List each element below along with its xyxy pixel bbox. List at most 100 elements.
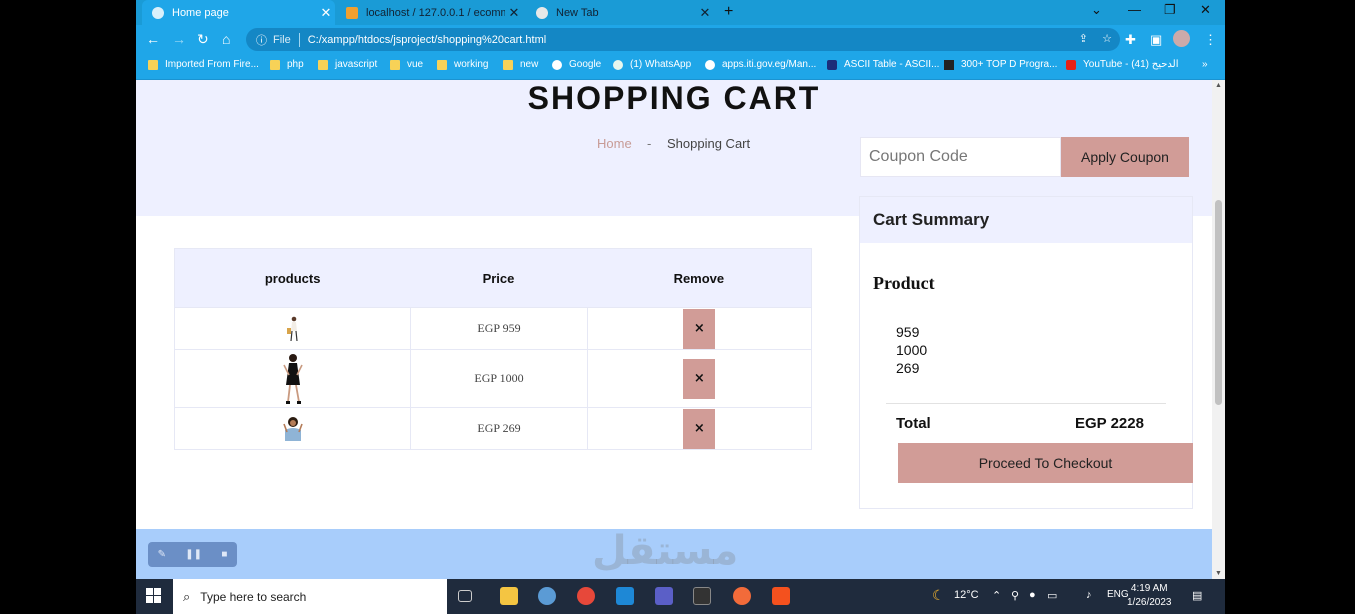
side-panel-icon[interactable]: ▣ xyxy=(1150,32,1162,48)
column-header-remove: Remove xyxy=(673,270,725,286)
product-cell xyxy=(175,308,410,349)
product-image xyxy=(286,316,298,341)
battery-icon[interactable]: ▭ xyxy=(1047,589,1057,602)
task-view-icon[interactable] xyxy=(458,590,472,602)
bookmark-new[interactable]: new xyxy=(503,59,538,70)
bookmark-300-top[interactable]: 300+ TOP D Progra... xyxy=(944,59,1057,70)
bookmark-iti[interactable]: apps.iti.gov.eg/Man... xyxy=(705,59,816,70)
back-icon[interactable]: ← xyxy=(146,31,160,47)
file-explorer-icon[interactable] xyxy=(500,587,518,605)
weather-icon[interactable]: ☾ xyxy=(932,587,945,604)
apply-coupon-button[interactable]: Apply Coupon xyxy=(1061,137,1189,177)
microphone-icon[interactable]: ● xyxy=(1029,589,1036,601)
bookmark-label: Google xyxy=(569,59,602,70)
language-indicator[interactable]: ENG xyxy=(1107,589,1129,600)
bookmark-label: php xyxy=(287,59,304,70)
tab-search-icon[interactable]: ⌄ xyxy=(1091,2,1102,18)
breadcrumb-home-link[interactable]: Home xyxy=(597,136,632,151)
whatsapp-icon xyxy=(613,59,623,70)
stop-icon[interactable]: ■ xyxy=(221,549,227,560)
tab-title: Home page xyxy=(172,6,229,19)
remove-item-button[interactable]: × xyxy=(683,308,716,349)
tab-phpmyadmin[interactable]: localhost / 127.0.0.1 / ecommerce ✕ xyxy=(336,0,523,25)
close-tab-icon[interactable]: ✕ xyxy=(317,5,335,21)
product-cell xyxy=(175,408,410,449)
scroll-up-icon[interactable]: ▲ xyxy=(1212,82,1225,89)
bookmark-label: javascript xyxy=(335,59,378,70)
coupon-code-input[interactable] xyxy=(860,137,1061,177)
forward-icon[interactable]: → xyxy=(172,31,186,47)
taskbar-clock[interactable]: 4:19 AM 1/26/2023 xyxy=(1127,582,1172,610)
taskbar-search[interactable]: ⌕ Type here to search xyxy=(173,579,447,614)
summary-price-item: 269 xyxy=(896,360,920,376)
reload-icon[interactable]: ↻ xyxy=(197,31,209,48)
clock-time: 4:19 AM xyxy=(1130,583,1168,594)
search-placeholder: Type here to search xyxy=(200,589,307,604)
minimize-button[interactable]: — xyxy=(1128,2,1141,17)
address-bar[interactable]: ⓘ File C:/xampp/htdocs/jsproject/shoppin… xyxy=(246,28,1120,51)
close-tab-icon[interactable]: ✕ xyxy=(505,5,523,21)
profile-avatar[interactable] xyxy=(1173,30,1190,47)
network-icon[interactable]: ⚲ xyxy=(1011,589,1019,602)
bookmark-label: (1) WhatsApp xyxy=(630,59,692,70)
menu-icon[interactable]: ⋮ xyxy=(1204,32,1217,48)
site-info-icon[interactable]: ⓘ xyxy=(256,32,267,48)
tray-chevron-icon[interactable]: ⌃ xyxy=(992,589,1001,602)
page-scrollbar[interactable]: ▲ ▼ xyxy=(1212,80,1225,579)
windows-start-icon[interactable] xyxy=(146,588,161,603)
bookmark-php[interactable]: php xyxy=(270,59,304,70)
sublime-icon[interactable] xyxy=(772,587,790,605)
volume-icon[interactable]: ♪ xyxy=(1086,589,1092,601)
bookmark-label: apps.iti.gov.eg/Man... xyxy=(722,59,817,70)
home-icon[interactable]: ⌂ xyxy=(222,31,230,47)
extensions-icon[interactable]: ✚ xyxy=(1125,32,1136,48)
remove-item-button[interactable]: × xyxy=(683,408,716,449)
bookmark-javascript[interactable]: javascript xyxy=(318,59,377,70)
chrome-icon[interactable] xyxy=(577,587,595,605)
bookmark-star-icon[interactable]: ☆ xyxy=(1102,32,1112,45)
bookmark-vue[interactable]: vue xyxy=(390,59,423,70)
table-row: EGP 1000 × xyxy=(175,349,811,407)
vscode-icon[interactable] xyxy=(616,587,634,605)
remove-cell: × xyxy=(586,408,811,449)
coupon-form: Apply Coupon xyxy=(860,137,1189,177)
bookmark-youtube[interactable]: YouTube - الدحيح (41) xyxy=(1066,59,1179,70)
weather-temp[interactable]: 12°C xyxy=(954,589,979,601)
table-header: products Price Remove xyxy=(175,249,811,307)
tab-home-page[interactable]: Home page ✕ xyxy=(142,0,335,25)
price-cell: EGP 1000 xyxy=(410,350,586,407)
remove-cell: × xyxy=(586,350,811,407)
pause-icon[interactable]: ❚❚ xyxy=(185,549,202,560)
cart-summary-card: Cart Summary Product 959 1000 269 Total … xyxy=(859,196,1193,509)
share-icon[interactable]: ⇪ xyxy=(1079,32,1088,45)
phpmyadmin-icon xyxy=(346,6,358,19)
new-tab-button[interactable]: + xyxy=(724,3,733,21)
maximize-button[interactable]: ❐ xyxy=(1164,2,1176,18)
folder-icon xyxy=(270,59,280,70)
postman-icon[interactable] xyxy=(733,587,751,605)
edit-icon[interactable]: ✎ xyxy=(158,549,166,560)
scroll-thumb[interactable] xyxy=(1215,200,1222,405)
terminal-icon[interactable] xyxy=(693,587,711,605)
scroll-down-icon[interactable]: ▼ xyxy=(1212,570,1225,577)
proceed-to-checkout-button[interactable]: Proceed To Checkout xyxy=(898,443,1193,483)
footer-band xyxy=(136,529,1212,579)
summary-price-item: 1000 xyxy=(896,342,928,358)
remove-item-button[interactable]: × xyxy=(683,358,716,399)
recorder-controls[interactable]: ✎ ❚❚ ■ xyxy=(148,542,237,567)
cart-table: products Price Remove EGP 959 × EGP 1000… xyxy=(174,248,812,450)
bookmark-imported[interactable]: Imported From Fire... xyxy=(148,59,259,70)
product-image xyxy=(282,416,303,441)
teams-icon[interactable] xyxy=(655,587,673,605)
tab-new-tab[interactable]: New Tab ✕ xyxy=(526,0,714,25)
bookmark-whatsapp[interactable]: (1) WhatsApp xyxy=(613,59,691,70)
bookmark-google[interactable]: Google xyxy=(552,59,601,70)
more-bookmarks-icon[interactable]: » xyxy=(1202,59,1208,70)
notifications-icon[interactable]: ▤ xyxy=(1192,589,1202,602)
app-icon[interactable] xyxy=(538,587,556,605)
bookmark-working[interactable]: working xyxy=(437,59,488,70)
close-window-button[interactable]: ✕ xyxy=(1200,2,1211,18)
close-tab-icon[interactable]: ✕ xyxy=(696,5,714,21)
tab-strip: Home page ✕ localhost / 127.0.0.1 / ecom… xyxy=(136,0,1225,25)
bookmark-ascii[interactable]: ASCII Table - ASCII... xyxy=(827,59,939,70)
